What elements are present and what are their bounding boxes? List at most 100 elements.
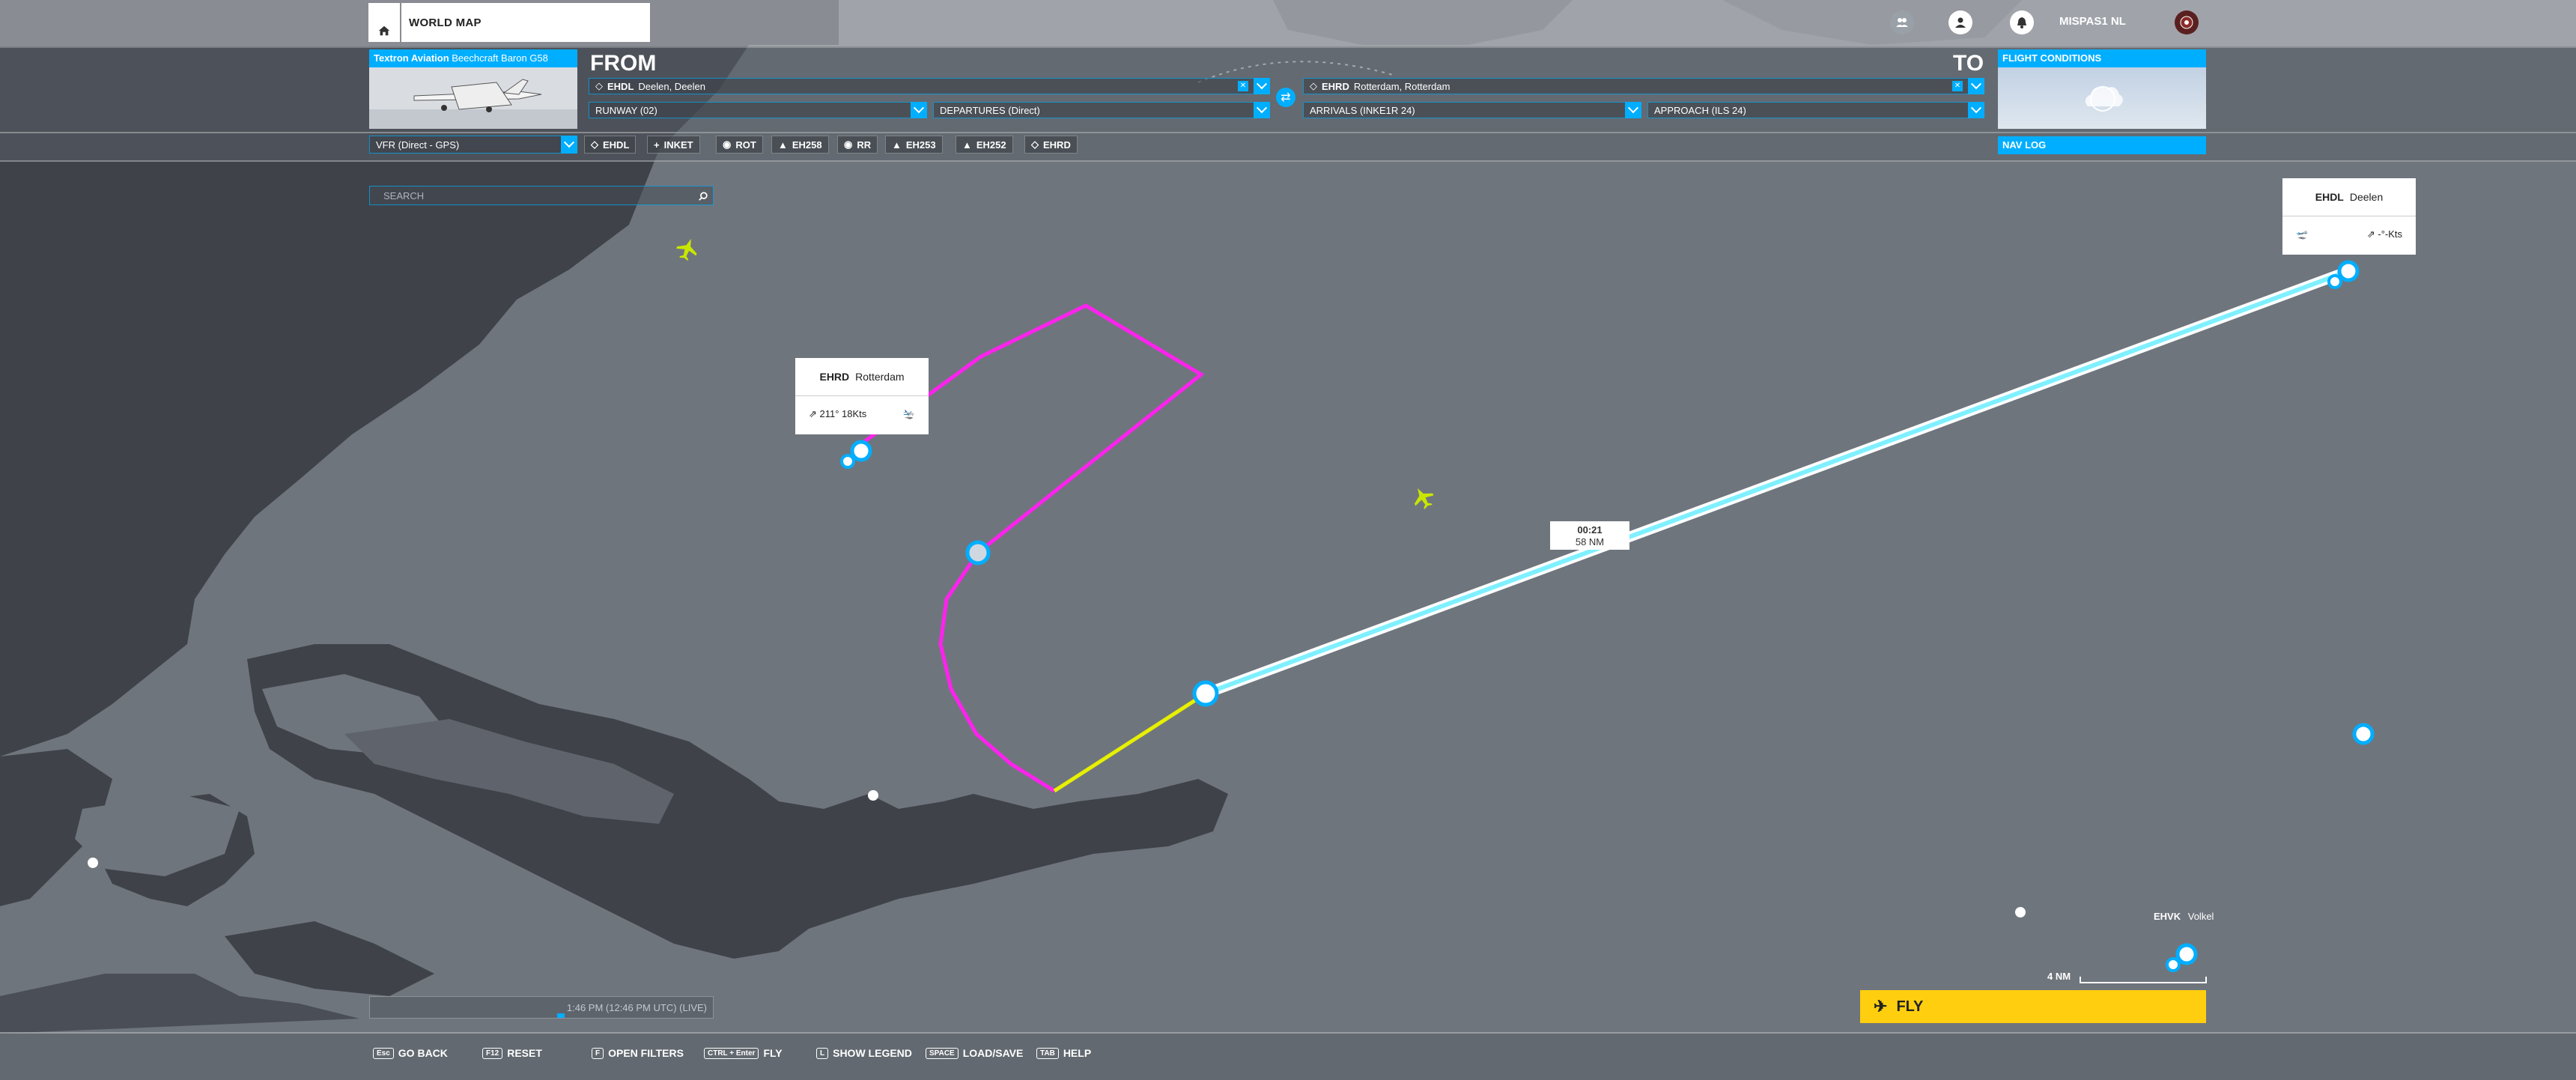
airport-label-volkel[interactable]: EHVK Volkel [2154, 911, 2214, 922]
departure-airport-code: EHDL [607, 80, 634, 92]
chevron-down-icon[interactable] [561, 136, 577, 154]
waypoint-label: EHDL [603, 139, 630, 151]
chevron-down-icon[interactable] [1254, 78, 1270, 94]
waypoint-label: RR [857, 139, 872, 151]
fly-label: FLY [1896, 998, 1924, 1015]
chevron-down-icon[interactable] [1968, 78, 1984, 94]
diamond-icon: ◇ [1310, 80, 1317, 91]
waypoint-chip[interactable]: + INKET [647, 136, 700, 154]
key-cap: L [816, 1047, 829, 1059]
triangle-icon: ▲ [962, 139, 972, 151]
profile-button[interactable] [1948, 10, 1972, 34]
airport-card-wind: -°-Kts [2378, 228, 2402, 240]
waypoint-label: ROT [735, 139, 756, 151]
waypoint-label: EHRD [1043, 139, 1071, 151]
chevron-down-icon[interactable] [911, 102, 927, 118]
waypoint-chip[interactable]: ▲ EH253 [885, 136, 943, 154]
map-dot [2015, 907, 2026, 917]
airport-card-name: Deelen [2349, 191, 2384, 203]
time-label: 1:46 PM (12:46 PM UTC) (LIVE) [566, 1001, 707, 1013]
airport-card-code: EHRD [819, 371, 850, 383]
go-back-hint[interactable]: Esc GO BACK [373, 1047, 448, 1059]
waypoint-chip[interactable]: ◇ EHDL [584, 136, 637, 154]
waypoint-marker [1192, 680, 1219, 707]
group-icon [1896, 18, 1908, 27]
waypoint-marker [965, 540, 991, 565]
departure-procedure-select[interactable]: DEPARTURES (Direct) [933, 102, 1270, 118]
show-legend-hint[interactable]: L SHOW LEGEND [816, 1047, 912, 1059]
clear-icon[interactable]: ✕ [1952, 81, 1963, 91]
airport-marker [2337, 260, 2360, 282]
arrival-procedure-select[interactable]: ARRIVALS (INKE1R 24) [1303, 102, 1641, 118]
intersection-icon: + [654, 139, 660, 151]
airport-card-rotterdam[interactable]: EHRD Rotterdam ⇗ 211° 18Kts 🛬 [795, 358, 929, 434]
key-cap: F [592, 1047, 604, 1059]
waypoint-chip[interactable]: ◉ RR [837, 136, 878, 154]
airport-marker [2175, 943, 2198, 965]
hint-label: LOAD/SAVE [962, 1047, 1024, 1059]
map-dot [868, 790, 878, 801]
runway-value: RUNWAY (02) [595, 104, 657, 116]
key-cap: Esc [373, 1047, 394, 1059]
approach-value: APPROACH (ILS 24) [1654, 104, 1746, 116]
hint-label: SHOW LEGEND [833, 1047, 912, 1059]
airport-card-name: Rotterdam [855, 371, 905, 383]
chevron-down-icon[interactable] [1625, 102, 1641, 118]
arrival-airport-code: EHRD [1322, 80, 1349, 92]
hint-label: FLY [763, 1047, 783, 1059]
chevron-down-icon[interactable] [1254, 102, 1270, 118]
open-filters-hint[interactable]: F OPEN FILTERS [592, 1047, 684, 1059]
flight-conditions-title: FLIGHT CONDITIONS [1998, 49, 2206, 67]
vor-icon: ◉ [723, 139, 732, 150]
swap-button[interactable]: ⇄ [1276, 88, 1295, 107]
airport-card-deelen[interactable]: EHDL Deelen 🛫 ⇗ -°-Kts [2282, 178, 2416, 255]
user-icon [1955, 17, 1966, 28]
arrival-airport-field[interactable]: ◇ EHRD Rotterdam, Rotterdam ✕ [1303, 78, 1984, 94]
airport-card-wind: 211° 18Kts [819, 408, 867, 419]
takeoff-icon: 🛫 [2296, 228, 2309, 240]
aircraft-title: Textron Aviation Beechcraft Baron G58 [369, 49, 577, 67]
wind-icon: ⇗ [2366, 228, 2378, 240]
airport-marker [850, 440, 872, 462]
aircraft-model: Beechcraft Baron G58 [452, 52, 548, 64]
multiplayer-button[interactable] [1890, 10, 1914, 34]
airport-label-name: Volkel [2187, 911, 2214, 922]
waypoint-chip[interactable]: ▲ EH258 [771, 136, 829, 154]
waypoint-label: EH258 [792, 139, 822, 151]
airport-card-info: 🛫 ⇗ -°-Kts [2282, 216, 2416, 252]
clear-icon[interactable]: ✕ [1238, 81, 1248, 91]
help-hint[interactable]: TAB HELP [1036, 1047, 1091, 1059]
departure-airport-field[interactable]: ◇ EHDL Deelen, Deelen ✕ [589, 78, 1270, 94]
flight-type-select[interactable]: VFR (Direct - GPS) [369, 136, 577, 154]
approach-select[interactable]: APPROACH (ILS 24) [1647, 102, 1984, 118]
search-icon[interactable] [698, 191, 708, 201]
runway-select[interactable]: RUNWAY (02) [589, 102, 927, 118]
waypoint-chip[interactable]: ◇ EHRD [1024, 136, 1078, 154]
load-save-hint[interactable]: SPACE LOAD/SAVE [926, 1047, 1023, 1059]
time-slider[interactable]: 1:46 PM (12:46 PM UTC) (LIVE) [369, 996, 714, 1019]
swap-icon: ⇄ [1281, 91, 1291, 104]
waypoint-chip[interactable]: ◉ ROT [716, 136, 763, 154]
nav-log-button[interactable]: NAV LOG [1998, 136, 2206, 154]
reset-hint[interactable]: F12 RESET [482, 1047, 542, 1059]
search-input[interactable]: SEARCH [369, 186, 714, 205]
key-cap: SPACE [926, 1047, 959, 1059]
to-title: TO [1953, 51, 1984, 76]
home-button[interactable] [368, 3, 400, 42]
departure-airport-name: Deelen, Deelen [638, 80, 706, 92]
triangle-icon: ▲ [778, 139, 788, 151]
world-map-tab-label: WORLD MAP [409, 16, 482, 29]
fly-button[interactable]: ✈ FLY [1860, 990, 2206, 1023]
time-slider-handle[interactable] [557, 1013, 565, 1018]
pilot-avatar[interactable] [2175, 10, 2199, 34]
world-map-tab[interactable]: WORLD MAP [401, 3, 650, 42]
waypoint-chip[interactable]: ▲ EH252 [956, 136, 1013, 154]
airport-label-code: EHVK [2154, 911, 2181, 922]
airport-card-code: EHDL [2315, 191, 2344, 203]
departure-procedure-value: DEPARTURES (Direct) [940, 104, 1040, 116]
fly-hint[interactable]: CTRL + Enter FLY [704, 1047, 783, 1059]
waypoint-label: EH252 [976, 139, 1006, 151]
aircraft-maker: Textron Aviation [374, 52, 449, 64]
notifications-button[interactable] [2010, 10, 2034, 34]
chevron-down-icon[interactable] [1968, 102, 1984, 118]
